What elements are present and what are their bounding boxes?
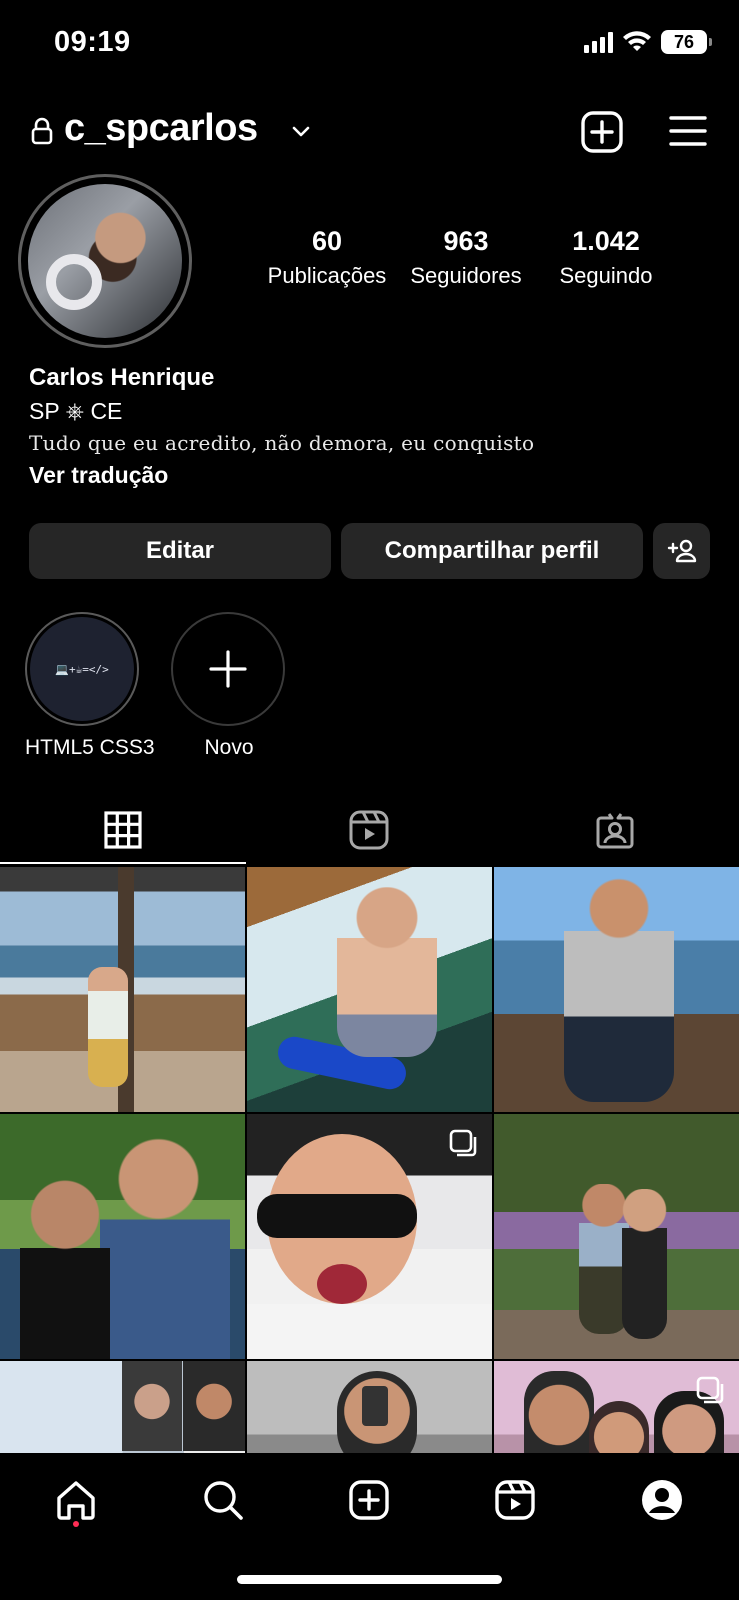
status-time: 09:19 (54, 26, 131, 58)
profile-stats: 60 Publicações 963 Seguidores 1.042 Segu… (262, 226, 682, 289)
share-profile-button[interactable]: Compartilhar perfil (341, 523, 643, 579)
hamburger-menu-icon[interactable] (668, 112, 708, 150)
tab-reels[interactable] (246, 795, 492, 865)
highlight-cover-ring: 💻+☕=</> (25, 612, 139, 726)
new-highlight-button[interactable]: Novo (171, 612, 287, 760)
highlight-item[interactable]: 💻+☕=</> HTML5 CSS3 (25, 612, 155, 760)
stat-posts-label: Publicações (267, 263, 387, 288)
highlight-label: Novo (204, 736, 254, 759)
lock-icon (31, 117, 53, 145)
bottom-navigation (0, 1453, 739, 1600)
post-thumbnail[interactable] (494, 1361, 739, 1453)
reels-icon (349, 810, 389, 850)
home-indicator (237, 1575, 502, 1584)
highlight-label: HTML5 CSS3 (25, 736, 155, 759)
highlight-cover: 💻+☕=</> (30, 617, 134, 721)
status-bar: 09:19 76 (0, 0, 739, 90)
display-name: Carlos Henrique (29, 364, 215, 391)
plus-icon (209, 650, 247, 688)
username-switcher[interactable]: c_spcarlos (64, 107, 258, 150)
stat-posts[interactable]: 60 Publicações (262, 226, 392, 289)
profile-icon (642, 1480, 682, 1520)
grid-icon (104, 811, 142, 849)
reels-icon (495, 1480, 535, 1520)
add-person-icon (667, 539, 696, 563)
stat-following-label: Seguindo (559, 263, 653, 288)
signal-icon (584, 31, 613, 53)
tab-tagged[interactable] (492, 795, 738, 865)
post-thumbnail[interactable] (247, 1114, 492, 1359)
carousel-icon (696, 1376, 724, 1404)
discover-people-button[interactable] (653, 523, 710, 579)
bio-quote: Tudo que eu acredito, não demora, eu con… (29, 431, 535, 455)
post-thumbnail[interactable] (0, 1114, 245, 1359)
nav-reels[interactable] (490, 1475, 540, 1525)
create-icon (349, 1480, 389, 1520)
nav-search[interactable] (198, 1475, 248, 1525)
battery-icon: 76 (661, 30, 712, 54)
post-thumbnail[interactable] (0, 1361, 245, 1453)
post-thumbnail[interactable] (494, 867, 739, 1112)
profile-bio: Carlos Henrique SP ⎈ CE Tudo que eu acre… (29, 362, 709, 492)
post-thumbnail[interactable] (0, 867, 245, 1112)
nav-create[interactable] (344, 1475, 394, 1525)
stat-following-value: 1.042 (572, 226, 640, 256)
plus-square-icon[interactable] (580, 110, 624, 154)
post-thumbnail[interactable] (247, 1361, 492, 1453)
stat-followers-label: Seguidores (410, 263, 522, 288)
post-thumbnail[interactable] (247, 867, 492, 1112)
new-highlight-circle (171, 612, 285, 726)
profile-header: c_spcarlos (0, 100, 739, 164)
search-icon (204, 1481, 243, 1520)
avatar[interactable] (28, 184, 182, 338)
tab-posts-grid[interactable] (0, 795, 246, 865)
nav-home[interactable] (51, 1475, 101, 1525)
profile-content-tabs (0, 795, 739, 865)
see-translation-link[interactable]: Ver tradução (29, 458, 709, 492)
chevron-down-icon[interactable] (290, 120, 312, 142)
tagged-icon (596, 813, 634, 849)
edit-profile-button[interactable]: Editar (29, 523, 331, 579)
profile-avatar-ring[interactable] (18, 174, 192, 348)
stat-posts-value: 60 (311, 226, 343, 256)
stat-followers[interactable]: 963 Seguidores (392, 226, 540, 289)
stat-followers-value: 963 (443, 226, 489, 256)
post-thumbnail[interactable] (494, 1114, 739, 1359)
home-icon (57, 1481, 95, 1520)
status-indicators: 76 (584, 30, 712, 54)
nav-profile[interactable] (637, 1475, 687, 1525)
wifi-icon (623, 31, 651, 51)
notification-dot (73, 1521, 79, 1527)
posts-grid (0, 867, 739, 1453)
headphones-image-detail (46, 254, 102, 310)
bio-location: SP ⎈ CE (29, 398, 123, 424)
carousel-icon (449, 1129, 477, 1157)
stat-following[interactable]: 1.042 Seguindo (540, 226, 672, 289)
battery-level: 76 (673, 31, 695, 52)
active-tab-indicator (0, 862, 246, 864)
